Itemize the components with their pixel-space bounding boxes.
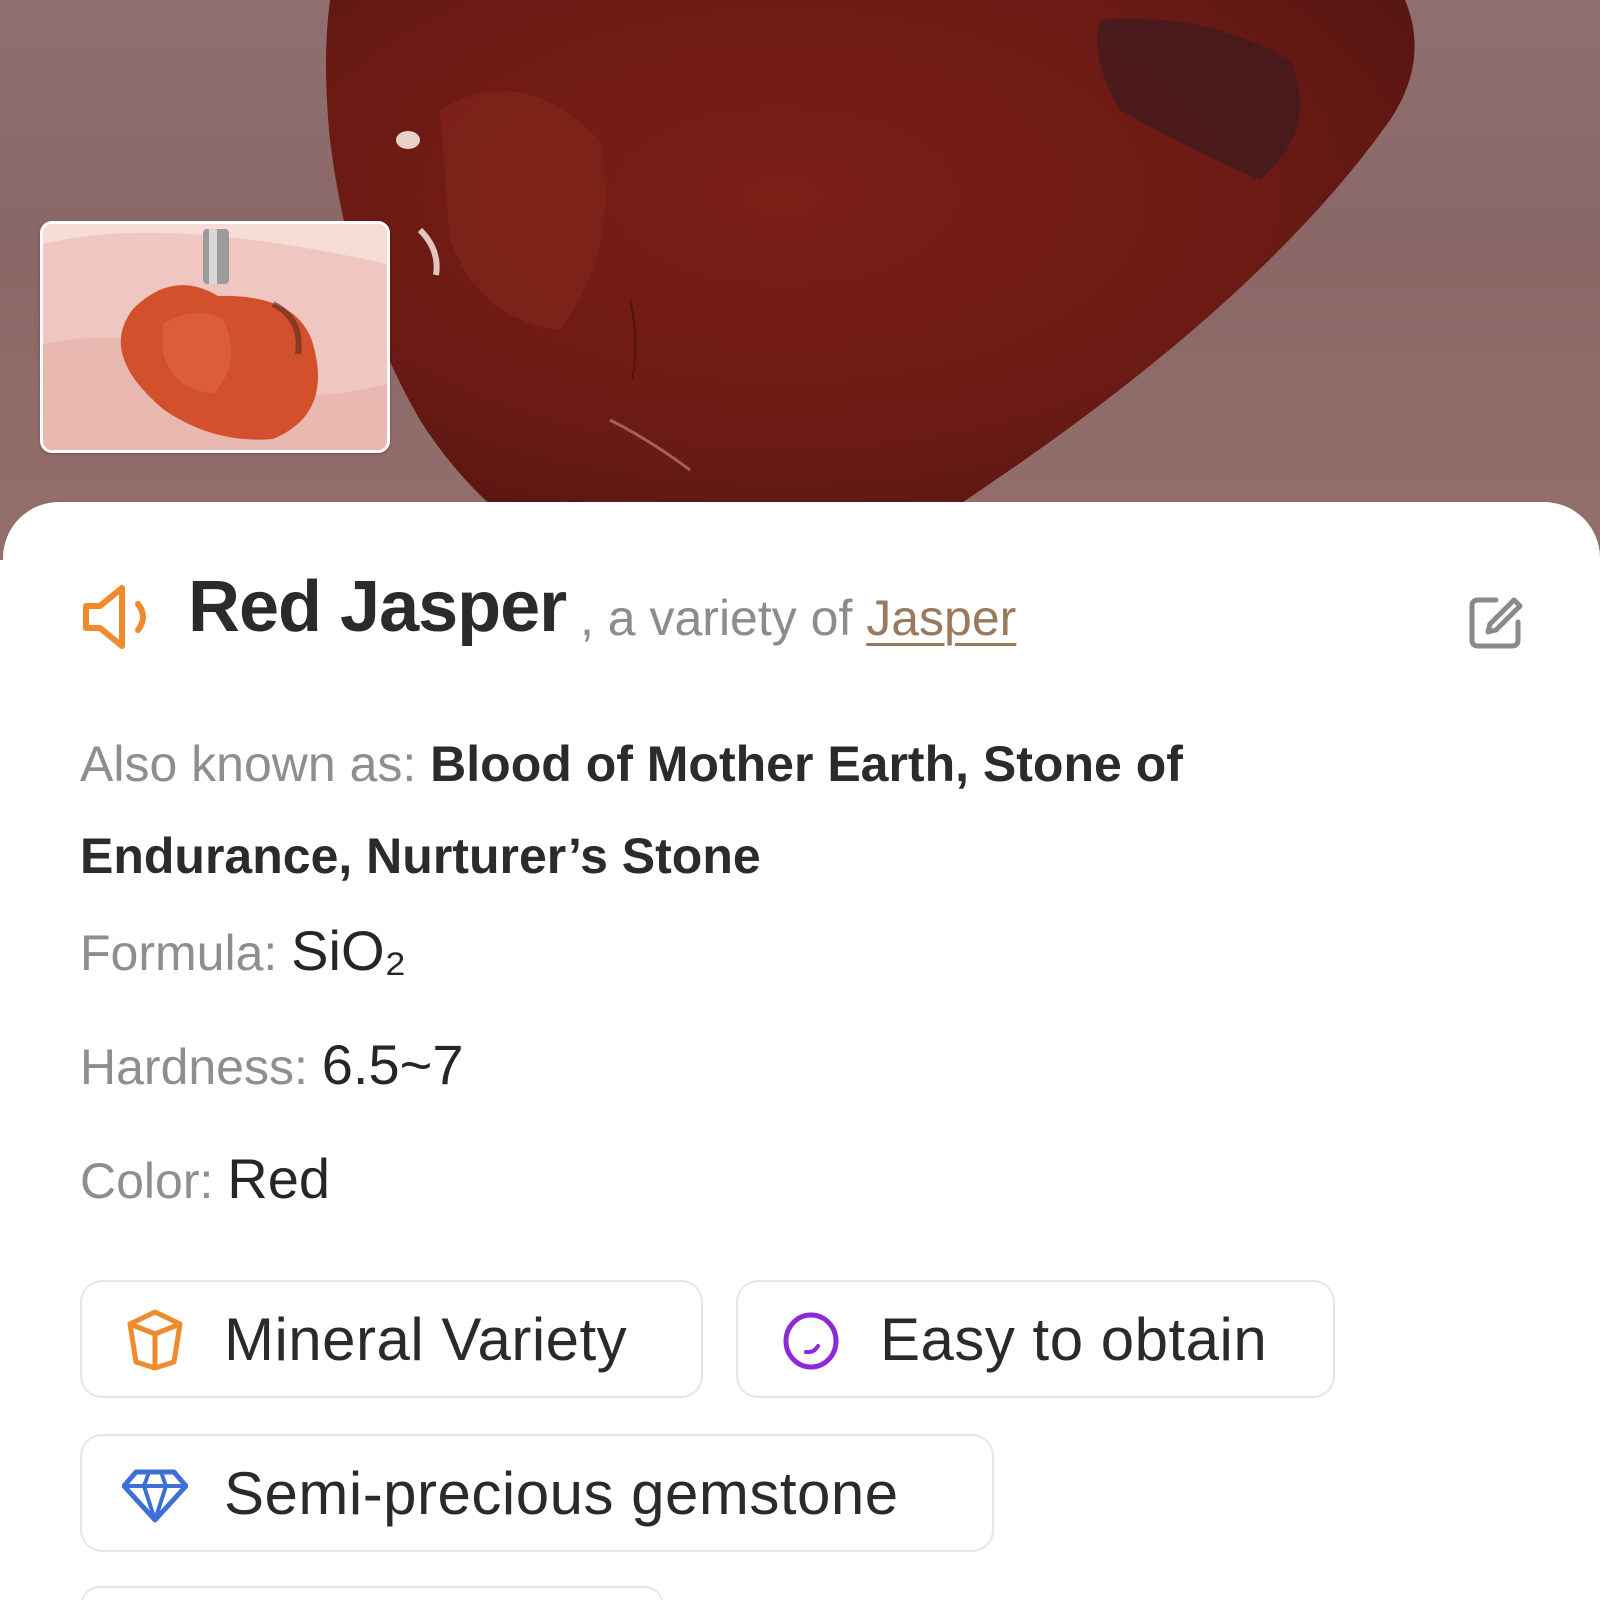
hardness-label: Hardness: xyxy=(80,1039,322,1095)
variety-link[interactable]: Jasper xyxy=(866,590,1016,646)
thumbnail-photo[interactable] xyxy=(40,221,390,453)
tag-semi-precious-gemstone[interactable]: Semi-precious gemstone xyxy=(80,1434,994,1552)
color-row: Color: Red xyxy=(80,1146,330,1211)
tag-partial[interactable] xyxy=(80,1586,664,1600)
diamond-icon xyxy=(122,1469,188,1523)
stone-name: Red Jasper xyxy=(188,567,567,647)
thumbnail-image xyxy=(43,224,387,450)
formula-row: Formula: SiO₂ xyxy=(80,918,406,983)
hardness-row: Hardness: 6.5~7 xyxy=(80,1032,463,1097)
aka-label: Also known as: xyxy=(80,736,431,792)
color-label: Color: xyxy=(80,1153,228,1209)
tag-mineral-variety[interactable]: Mineral Variety xyxy=(80,1280,703,1398)
also-known-as: Also known as: Blood of Mother Earth, St… xyxy=(80,718,1380,902)
variety-prefix: , a variety of xyxy=(580,590,867,646)
formula-value: SiO₂ xyxy=(291,919,407,982)
crystal-icon xyxy=(127,1309,183,1371)
hero-photo xyxy=(0,0,1600,560)
circle-ring-icon xyxy=(783,1312,839,1370)
variety-line: , a variety of Jasper xyxy=(580,589,1016,647)
edit-icon[interactable] xyxy=(1468,594,1524,650)
formula-label: Formula: xyxy=(80,925,292,981)
tag-label: Mineral Variety xyxy=(224,1305,628,1373)
tag-label: Semi-precious gemstone xyxy=(224,1459,899,1527)
speaker-icon[interactable] xyxy=(80,582,166,652)
tag-label: Easy to obtain xyxy=(880,1305,1268,1373)
tag-easy-to-obtain[interactable]: Easy to obtain xyxy=(736,1280,1335,1398)
stone-detail-page: Red Jasper , a variety of Jasper Also kn… xyxy=(0,0,1600,1600)
hardness-value: 6.5~7 xyxy=(321,1033,464,1096)
color-value: Red xyxy=(227,1147,330,1210)
